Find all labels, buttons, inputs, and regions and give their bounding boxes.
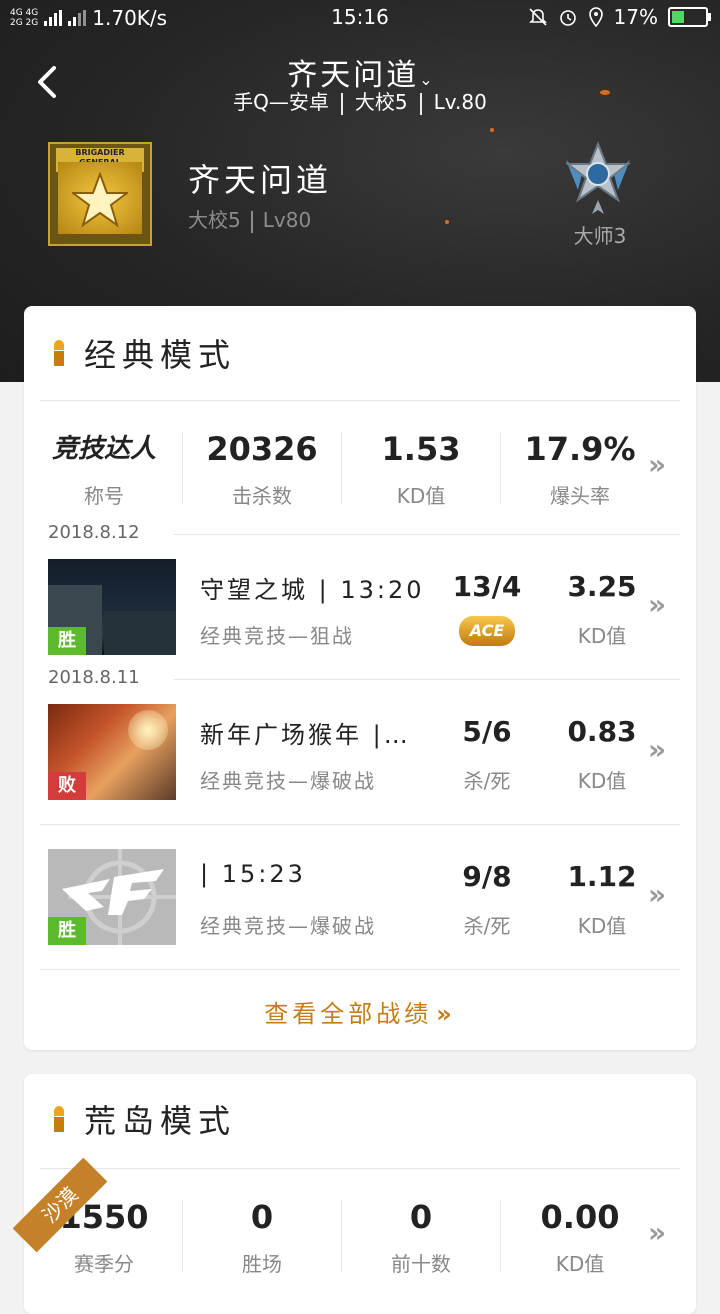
kd-value: 1.53: [381, 430, 461, 468]
win-tag: 胜: [48, 627, 86, 655]
match-kd-value: 3.25: [567, 570, 637, 603]
player-rank: 大校5: [188, 208, 241, 232]
match-date: 2018.8.11: [48, 667, 150, 688]
battery-icon: [668, 7, 711, 27]
master-tier-label: 大师3: [573, 224, 627, 248]
chevron-right-icon: »: [436, 1000, 456, 1028]
player-level: Lv80: [262, 208, 312, 232]
wins-value: 0: [250, 1198, 274, 1236]
match-mode: 经典竞技—爆破战: [200, 914, 376, 938]
chevron-right-icon: »: [648, 588, 667, 621]
status-bar: 4G 4G 2G 2G 1.70K/s 15:16 17%: [0, 0, 720, 34]
title-value: 竞技达人: [51, 434, 156, 464]
player-name: 齐天问道: [188, 161, 333, 199]
location-icon: [588, 7, 603, 27]
chevron-right-icon: »: [648, 1216, 667, 1249]
classic-mode-card: 经典模式 竞技达人 称号 20326 击杀数 1.53 KD值 17.9% 爆头…: [24, 306, 696, 1050]
top-ten-value: 0: [409, 1198, 433, 1236]
lose-tag: 败: [48, 772, 86, 800]
ember-decoration: [445, 220, 449, 224]
match-kd-label: KD值: [577, 769, 627, 793]
kill-death-value: 13/4: [452, 570, 522, 603]
kills-value: 20326: [206, 430, 318, 468]
kill-death-label: 杀/死: [463, 914, 511, 938]
level-label: Lv.80: [433, 90, 487, 114]
map-thumbnail: 胜: [48, 849, 176, 945]
bullet-icon: [54, 1106, 64, 1132]
map-thumbnail: 胜: [48, 559, 176, 655]
bullet-icon: [54, 340, 64, 366]
alarm-icon: [559, 10, 576, 26]
match-map: 守望之城 | 13:20: [200, 576, 425, 604]
headshot-value: 17.9%: [524, 430, 636, 468]
star-icon: [72, 172, 128, 228]
match-kd-value: 0.83: [567, 715, 637, 748]
island-kd-label: KD值: [555, 1252, 605, 1276]
player-meta: 大校5 Lv80: [188, 204, 311, 233]
island-mode-card: 荒岛模式 1550 赛季分 0 胜场 0 前十数 0.00 KD值 »: [24, 1074, 696, 1314]
classic-summary[interactable]: 竞技达人 称号 20326 击杀数 1.53 KD值 17.9% 爆头率 »: [24, 428, 696, 528]
platform-label: 手Q—安卓: [233, 90, 329, 114]
master-tier-icon: [565, 141, 631, 214]
win-tag: 胜: [48, 917, 86, 945]
match-date: 2018.8.12: [48, 522, 150, 543]
kill-death-value: 5/6: [462, 715, 512, 748]
match-kd-label: KD值: [577, 624, 627, 648]
kill-death-value: 9/8: [462, 860, 512, 893]
island-mode-title: 荒岛模式: [54, 1096, 236, 1142]
map-thumbnail: 败: [48, 704, 176, 800]
island-kd-value: 0.00: [540, 1198, 620, 1236]
kills-label: 击杀数: [232, 484, 292, 508]
classic-mode-title: 经典模式: [54, 330, 236, 376]
ace-badge: ACE: [459, 616, 515, 646]
chevron-right-icon: »: [648, 733, 667, 766]
ember-decoration: [490, 128, 494, 132]
kill-death-label: 杀/死: [463, 769, 511, 793]
match-map: 新年广场猴年 |…: [200, 721, 411, 749]
view-all-label: 查看全部战绩: [264, 1000, 433, 1028]
match-kd-value: 1.12: [567, 860, 637, 893]
kd-label: KD值: [396, 484, 446, 508]
headshot-label: 爆头率: [550, 484, 610, 508]
rank-badge: BRIGADIER GENERAL: [48, 142, 152, 246]
title-caption: 称号: [84, 484, 124, 508]
match-map: | 15:23: [200, 860, 306, 888]
wins-label: 胜场: [242, 1252, 282, 1276]
battery-percent: 17%: [613, 5, 658, 29]
mute-bell-icon: [528, 8, 547, 26]
match-mode: 经典竞技—爆破战: [200, 769, 376, 793]
top-ten-label: 前十数: [391, 1252, 451, 1276]
match-kd-label: KD值: [577, 914, 627, 938]
chevron-right-icon: »: [648, 448, 667, 481]
rank-label: 大校5: [354, 90, 408, 114]
island-summary[interactable]: 1550 赛季分 0 胜场 0 前十数 0.00 KD值 »: [24, 1196, 696, 1296]
view-all-records-link[interactable]: 查看全部战绩»: [24, 994, 696, 1029]
header-subtitle: 手Q—安卓 大校5 Lv.80: [0, 86, 720, 115]
season-score-label: 赛季分: [74, 1252, 134, 1276]
chevron-right-icon: »: [648, 878, 667, 911]
match-mode: 经典竞技—狙战: [200, 624, 354, 648]
